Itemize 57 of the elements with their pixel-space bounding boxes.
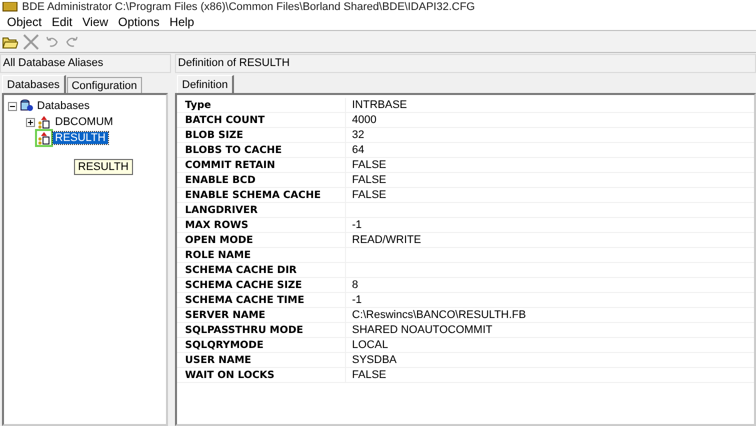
property-value[interactable]: 4000 <box>346 114 376 126</box>
property-value[interactable]: INTRBASE <box>346 99 408 111</box>
property-value[interactable]: 32 <box>346 129 364 141</box>
property-name: LANGDRIVER <box>177 202 346 218</box>
panel-header: Definition of RESULTH <box>175 54 756 73</box>
property-value[interactable]: SHARED NOAUTOCOMMIT <box>346 324 492 336</box>
databases-icon <box>19 99 33 113</box>
property-name: BATCH COUNT <box>177 112 346 128</box>
property-name: SQLPASSTHRU MODE <box>177 322 346 338</box>
expander-icon[interactable] <box>26 118 35 126</box>
property-value[interactable]: LOCAL <box>346 339 388 351</box>
property-value[interactable]: 64 <box>346 144 364 156</box>
property-name: ENABLE SCHEMA CACHE <box>177 188 346 202</box>
property-name: SCHEMA CACHE SIZE <box>177 278 346 292</box>
property-value[interactable]: FALSE <box>346 174 386 186</box>
tab[interactable]: Configuration <box>66 77 142 93</box>
tree-item[interactable]: Databases <box>35 100 92 112</box>
database-icon <box>37 131 51 145</box>
property-name: SCHEMA CACHE DIR <box>177 262 346 278</box>
property-name: ROLE NAME <box>177 248 346 262</box>
expander-icon[interactable] <box>8 102 17 110</box>
menu-item[interactable]: View <box>77 15 114 29</box>
menu-item[interactable]: Object <box>2 15 47 29</box>
property-name: COMMIT RETAIN <box>177 158 346 172</box>
property-name: BLOB SIZE <box>177 128 346 142</box>
tooltip: RESULTH <box>74 159 133 175</box>
property-value[interactable]: FALSE <box>346 369 386 381</box>
property-value[interactable]: 8 <box>346 279 358 291</box>
property-name: OPEN MODE <box>177 232 346 248</box>
property-value[interactable]: FALSE <box>346 159 386 171</box>
tab[interactable]: Databases <box>2 75 66 93</box>
menu-item[interactable]: Options <box>113 15 165 29</box>
menu-item[interactable]: Help <box>164 15 200 29</box>
property-name: BLOBS TO CACHE <box>177 142 346 158</box>
property-value[interactable]: SYSDBA <box>346 354 397 366</box>
property-value[interactable]: C:\Reswincs\BANCO\RESULTH.FB <box>346 309 526 321</box>
property-name: MAX ROWS <box>177 218 346 232</box>
property-name: ENABLE BCD <box>177 172 346 188</box>
property-name: Type <box>177 98 346 112</box>
window-title: BDE Administrator C:\Program Files (x86)\Common Files\Borland Shared\BDE\IDAPI32.CFG <box>22 0 475 14</box>
property-value[interactable]: -1 <box>346 294 362 306</box>
folder-icon[interactable] <box>2 34 18 48</box>
property-value[interactable]: -1 <box>346 219 362 231</box>
tree-item[interactable]: DBCOMUM <box>53 116 116 128</box>
property-name: WAIT ON LOCKS <box>177 368 346 382</box>
property-name: SERVER NAME <box>177 308 346 322</box>
property-name: SQLQRYMODE <box>177 338 346 352</box>
database-icon <box>37 115 51 129</box>
tab[interactable]: Definition <box>177 75 234 93</box>
property-name: USER NAME <box>177 352 346 368</box>
app-icon <box>2 2 18 12</box>
menu-item[interactable]: Edit <box>46 15 78 29</box>
property-value[interactable]: READ/WRITE <box>346 234 422 246</box>
panel-header: All Database Aliases <box>0 54 171 73</box>
property-value[interactable]: FALSE <box>346 189 386 201</box>
tree-item[interactable]: RESULTH <box>53 132 108 144</box>
property-name: SCHEMA CACHE TIME <box>177 292 346 308</box>
